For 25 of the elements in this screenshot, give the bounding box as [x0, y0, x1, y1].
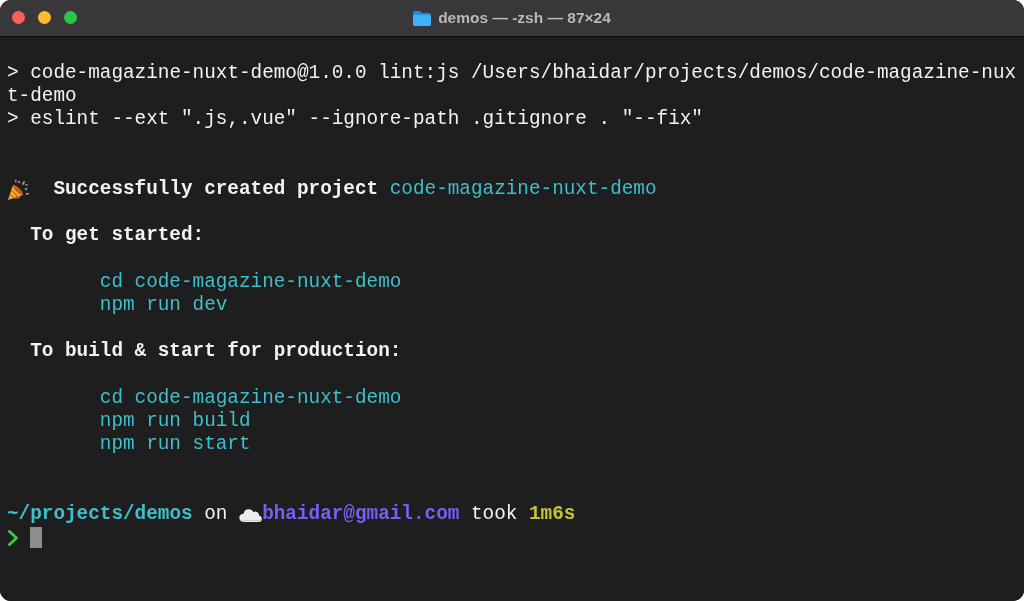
command-hint: cd code-magazine-nuxt-demo: [99, 270, 402, 294]
party-popper-icon: [7, 178, 29, 201]
command-text: > eslint --ext ".js,.vue" --ignore-path .gitignore . "--fix": [7, 108, 704, 132]
command-text: > code-magazine-nuxt-demo@1.0.0 lint:js /Users/bhaidar/projects/demos/code-magazine-nuxt-demo: [7, 62, 1017, 109]
command-hint: npm run start: [99, 433, 251, 457]
prompt-text: on: [204, 502, 228, 526]
prompt-text: took: [470, 502, 518, 526]
minimize-button[interactable]: [38, 11, 51, 24]
zoom-button[interactable]: [64, 11, 77, 24]
duration-text: 1m6s: [528, 502, 576, 526]
account-email: bhaidar@gmail.com: [262, 502, 460, 526]
command-hint: npm run build: [99, 409, 251, 434]
section-heading: To get started:: [30, 224, 205, 248]
command-hint: npm run dev: [99, 293, 228, 318]
project-name: code-magazine-nuxt-demo: [389, 178, 657, 202]
folder-icon: [413, 10, 432, 26]
cloud-icon: [239, 506, 263, 522]
command-hint: cd code-magazine-nuxt-demo: [99, 386, 402, 410]
window-title: demos — -zsh — 87×24: [438, 9, 611, 27]
prompt-chevron-icon: [8, 529, 18, 546]
directory-path: ~/projects/demos: [7, 502, 193, 526]
close-button[interactable]: [12, 11, 25, 24]
section-heading: To build & start for production:: [30, 340, 402, 364]
block-cursor-icon: [30, 527, 42, 549]
success-message: Successfully created project: [53, 178, 379, 202]
